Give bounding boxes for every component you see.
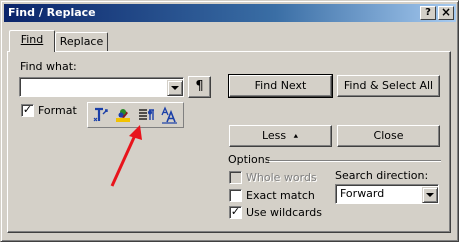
window-title: Find / Replace bbox=[8, 6, 96, 19]
whole-words-checkbox[interactable] bbox=[229, 171, 242, 184]
close-label: Close bbox=[373, 129, 404, 142]
whole-words-label: Whole words bbox=[246, 171, 317, 184]
find-what-dropdown-button[interactable] bbox=[167, 80, 183, 96]
format-checkbox[interactable]: ✓ bbox=[21, 104, 34, 117]
tab-find[interactable]: Find bbox=[9, 30, 55, 52]
tab-replace[interactable]: Replace bbox=[55, 32, 108, 52]
options-divider bbox=[269, 160, 441, 162]
exact-match-checkbox[interactable] bbox=[229, 189, 242, 202]
options-group-label: Options bbox=[228, 153, 271, 166]
chevron-down-icon bbox=[171, 86, 179, 90]
close-button[interactable]: Close bbox=[337, 125, 440, 147]
find-what-input[interactable] bbox=[22, 79, 162, 94]
search-direction-dropdown-button[interactable] bbox=[422, 187, 438, 203]
format-label: Format bbox=[38, 104, 77, 117]
title-bar[interactable]: Find / Replace ? × bbox=[4, 4, 456, 22]
exact-match-label: Exact match bbox=[246, 189, 315, 202]
less-label: Less bbox=[261, 129, 287, 142]
find-next-button[interactable]: Find Next bbox=[228, 74, 333, 98]
use-wildcards-label: Use wildcards bbox=[246, 206, 322, 219]
find-next-label: Find Next bbox=[254, 79, 307, 92]
chevron-down-icon bbox=[426, 193, 434, 197]
tab-find-label: Find bbox=[20, 33, 44, 46]
special-characters-button[interactable]: ¶ bbox=[188, 76, 211, 98]
find-select-all-button[interactable]: Find & Select All bbox=[337, 75, 440, 97]
close-window-button[interactable]: × bbox=[438, 6, 454, 20]
search-direction-label: Search direction: bbox=[335, 169, 429, 182]
find-what-label: Find what: bbox=[20, 60, 77, 73]
find-replace-dialog: Find / Replace ? × Find Replace Find wha… bbox=[0, 0, 459, 242]
annotation-arrow bbox=[110, 125, 142, 187]
use-wildcards-checkbox[interactable]: ✓ bbox=[229, 206, 242, 219]
caret-up-icon: ⯅ bbox=[292, 132, 300, 141]
search-direction-select[interactable]: Forward bbox=[335, 184, 439, 204]
find-select-all-label: Find & Select All bbox=[343, 79, 434, 92]
tab-replace-label: Replace bbox=[59, 35, 104, 48]
character-format-icon[interactable] bbox=[159, 105, 179, 125]
find-what-combobox[interactable] bbox=[19, 77, 184, 97]
search-direction-value: Forward bbox=[340, 187, 385, 200]
help-button[interactable]: ? bbox=[420, 6, 436, 20]
less-button[interactable]: Less ⯅ bbox=[229, 125, 332, 147]
active-tab-joint bbox=[10, 50, 54, 53]
